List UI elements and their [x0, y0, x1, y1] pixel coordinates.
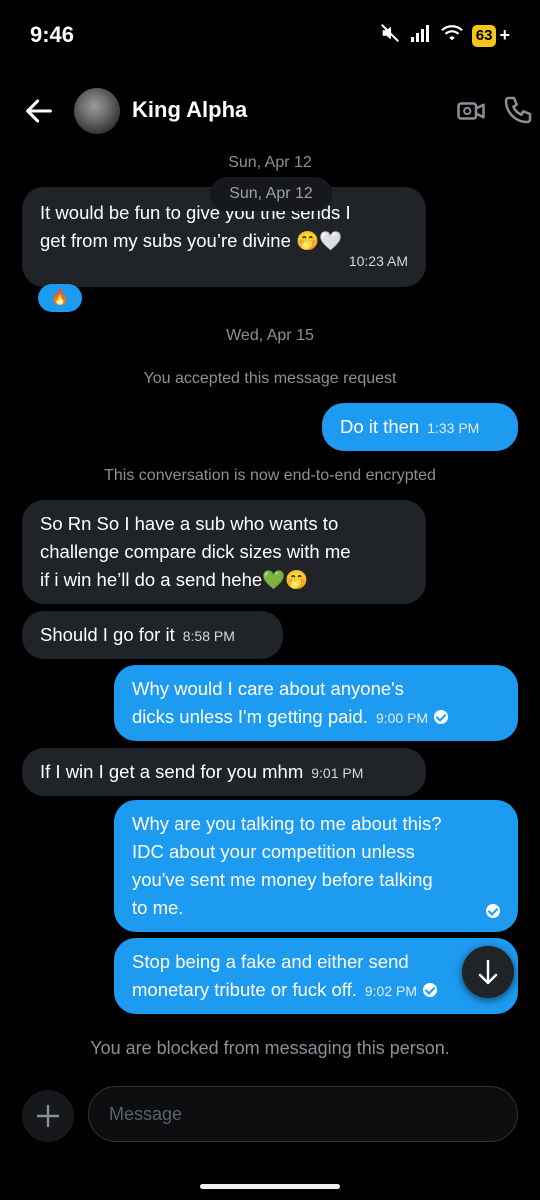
message-time: 9:02 PM: [364, 983, 417, 999]
message-time: 8:58 PM: [182, 628, 235, 644]
message-text: to me.: [132, 897, 184, 918]
date-separator: Sun, Apr 12: [228, 154, 312, 171]
message-text: you've sent me money before talking: [132, 869, 433, 890]
message-text: dicks unless I'm getting paid.: [132, 706, 368, 727]
back-button[interactable]: [22, 94, 56, 128]
message-bubble-received[interactable]: So Rn So I have a sub who wants to chall…: [22, 500, 426, 604]
message-bubble-sent[interactable]: Why would I care about anyone's dicks un…: [114, 665, 518, 741]
sticky-date-chip: Sun, Apr 12: [210, 177, 332, 211]
message-bubble-received[interactable]: Should I go for it 8:58 PM: [22, 611, 283, 659]
message-time: 9:01 PM: [311, 765, 364, 781]
message-bubble-sent[interactable]: Do it then 1:33 PM: [322, 403, 518, 451]
video-icon: [457, 102, 485, 120]
charging-plus: +: [499, 25, 510, 45]
voice-call-button[interactable]: [502, 94, 534, 126]
message-input[interactable]: [89, 1087, 517, 1141]
contact-name[interactable]: King Alpha: [132, 97, 247, 123]
date-separator: Wed, Apr 15: [226, 327, 314, 344]
status-bar: 9:46 63 +: [0, 0, 540, 70]
system-message-accepted: You accepted this message request: [143, 370, 397, 387]
wifi-icon: [440, 24, 463, 47]
message-bubble-received[interactable]: If I win I get a send for you mhm 9:01 PM: [22, 748, 426, 796]
status-time: 9:46: [30, 22, 75, 47]
system-message-encrypted: This conversation is now end-to-end encr…: [104, 467, 436, 484]
message-text: if i win he’ll do a send hehe💚🤭: [40, 569, 309, 590]
message-bubble-sent[interactable]: Stop being a fake and either send moneta…: [114, 938, 518, 1014]
avatar[interactable]: [74, 88, 120, 134]
plus-icon: [36, 1104, 60, 1128]
signal-icon: [410, 23, 432, 48]
battery-indicator: 63: [471, 24, 497, 47]
arrow-down-icon: [478, 959, 498, 985]
message-text: Should I go for it: [40, 624, 175, 645]
message-time: 10:23 AM: [348, 253, 408, 269]
home-indicator[interactable]: [200, 1184, 340, 1189]
mute-icon: [379, 22, 401, 49]
add-attachment-button[interactable]: [22, 1090, 74, 1142]
message-text: Do it then: [340, 416, 420, 437]
message-text: monetary tribute or fuck off.: [132, 979, 357, 1000]
read-receipt-icon: [434, 710, 449, 724]
arrow-left-icon: [26, 99, 52, 123]
message-text: challenge compare dick sizes with me: [40, 541, 351, 562]
status-icons: 63 +: [379, 22, 510, 49]
read-receipt-icon: [486, 904, 500, 918]
message-time: 9:00 PM: [375, 710, 429, 726]
message-text: Stop being a fake and either send: [132, 951, 409, 972]
scroll-to-bottom-button[interactable]: [462, 946, 514, 998]
message-text: IDC about your competition unless: [132, 841, 415, 862]
message-text: So Rn So I have a sub who wants to: [40, 513, 339, 534]
message-time: 1:33 PM: [427, 420, 480, 436]
phone-icon: [504, 96, 532, 124]
video-call-button[interactable]: [456, 96, 486, 126]
read-receipt-icon: [423, 983, 437, 997]
message-bubble-sent[interactable]: Why are you talking to me about this? ID…: [114, 800, 518, 932]
chat-header: King Alpha: [0, 80, 540, 142]
message-text: Why are you talking to me about this?: [132, 813, 442, 834]
blocked-notice: You are blocked from messaging this pers…: [90, 1038, 450, 1058]
message-composer[interactable]: [88, 1086, 518, 1142]
message-text: If I win I get a send for you mhm: [40, 761, 304, 782]
reaction-badge[interactable]: 🔥: [38, 284, 82, 312]
message-text: Why would I care about anyone's: [132, 678, 404, 699]
